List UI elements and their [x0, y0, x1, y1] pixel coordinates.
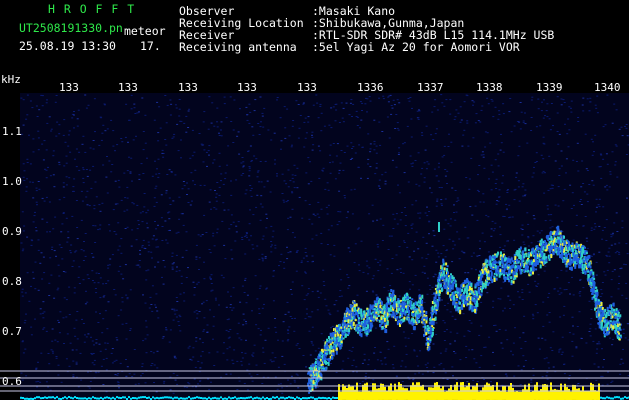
x-tick: 133 [237, 81, 257, 94]
x-tick: 1338 [476, 81, 503, 94]
x-tick: 1340 [594, 81, 621, 94]
x-tick: 133 [178, 81, 198, 94]
x-tick: 1336 [357, 81, 384, 94]
x-tick: 1337 [417, 81, 444, 94]
y-tick: 1.1 [2, 125, 22, 138]
x-tick: 133 [297, 81, 317, 94]
y-tick: 0.9 [2, 225, 22, 238]
y-tick: 1.0 [2, 175, 22, 188]
y-tick: 0.7 [2, 325, 22, 338]
y-tick: 0.6 [2, 375, 22, 388]
hrofft-screen: H R O F F T UT2508191330.pn meteor 25.08… [0, 0, 629, 400]
y-tick: 0.8 [2, 275, 22, 288]
x-tick: 133 [59, 81, 79, 94]
x-tick: 133 [118, 81, 138, 94]
spectrogram: kHz 1.1 1.0 0.9 0.8 0.7 0.6 133 133 133 … [0, 73, 629, 400]
x-tick: 1339 [536, 81, 563, 94]
y-unit-label: kHz [1, 73, 21, 86]
